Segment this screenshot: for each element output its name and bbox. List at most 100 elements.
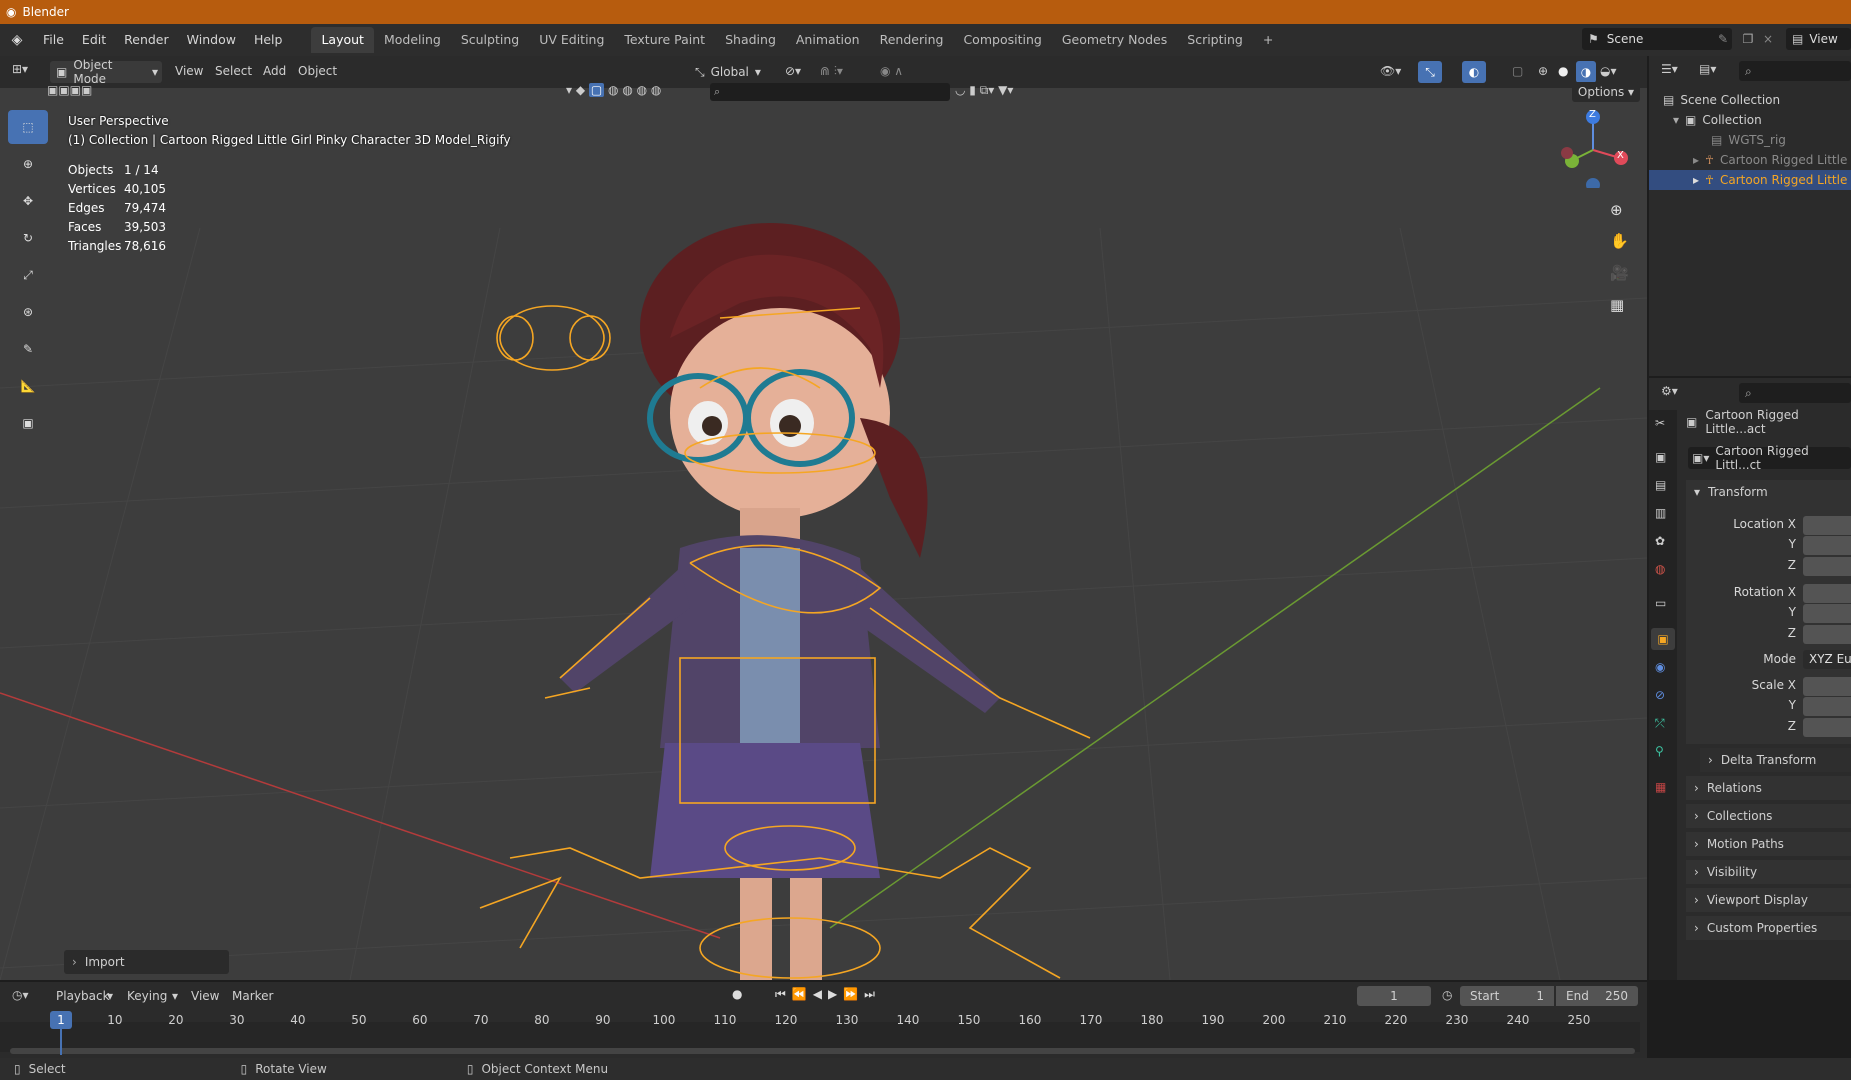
menu-view[interactable]: View [175,64,203,78]
location-y-field[interactable] [1803,536,1851,555]
rotation-y-field[interactable] [1803,604,1851,623]
rotation-mode-select[interactable]: XYZ Eul [1803,650,1851,669]
menu-help[interactable]: Help [245,28,292,52]
custom-properties-header[interactable]: › Custom Properties [1686,916,1851,940]
menu-file[interactable]: File [34,28,73,52]
transform-panel-header[interactable]: ▾ Transform [1686,480,1851,504]
motion-paths-header[interactable]: › Motion Paths [1686,832,1851,856]
menu-edit[interactable]: Edit [73,28,115,52]
tab-layout[interactable]: Layout [311,27,374,53]
menu-marker[interactable]: Marker [232,989,273,1003]
navigation-gizmo[interactable]: Z X [1555,108,1635,192]
gizmo-toggle-icon[interactable]: ⤡ [1418,61,1442,83]
outliner-item-selected[interactable]: ▸ ☥ Cartoon Rigged Little G [1649,170,1851,190]
import-operator-panel[interactable]: › Import [64,950,229,974]
select-box-tool[interactable]: ⬚ [8,110,48,144]
collections-header[interactable]: › Collections [1686,804,1851,828]
measure-tool[interactable]: 📐 [8,369,48,403]
shading-rendered-icon[interactable]: ◒▾ [1600,64,1617,78]
add-cube-tool[interactable]: ▣ [8,406,48,440]
menu-select[interactable]: Select [215,64,252,78]
proportional-edit-icon[interactable]: ◉ ∧ [880,64,903,78]
menu-add[interactable]: Add [263,64,286,78]
shading-wireframe-icon[interactable]: ⊕ [1538,64,1548,78]
outliner-editor-icon[interactable]: ☰▾ [1661,62,1678,76]
rotation-x-field[interactable] [1803,584,1851,603]
outliner-collection[interactable]: ▾ ▣ Collection [1649,110,1851,130]
blender-menu-icon[interactable]: ◈ [0,32,34,48]
object-data-field[interactable]: ▣▾ Cartoon Rigged Littl...ct [1688,444,1851,472]
rotate-tool[interactable]: ↻ [8,221,48,255]
view-layer-tab-icon[interactable]: ▥ [1655,506,1666,520]
shading-solid-icon[interactable]: ● [1558,64,1568,78]
menu-playback[interactable]: Playback [56,989,110,1003]
render-tab-icon[interactable]: ▣ [1655,450,1666,464]
transform-tool[interactable]: ⊛ [8,295,48,329]
texture-tab-icon[interactable]: ▦ [1655,780,1666,794]
rotation-z-field[interactable] [1803,625,1851,644]
viewport-display-header[interactable]: › Viewport Display [1686,888,1851,912]
location-x-field[interactable] [1803,516,1851,535]
new-scene-icon[interactable]: ❐ [1738,28,1758,50]
menu-object[interactable]: Object [298,64,337,78]
physics-tab-icon[interactable]: ⤱ [1655,716,1665,731]
move-tool[interactable]: ✥ [8,184,48,218]
viewport-filter-icons[interactable]: ◡ ▮ ⧉▾ ▼▾ [955,83,1013,98]
modifier-tab-icon[interactable]: ◉ [1655,660,1665,674]
output-tab-icon[interactable]: ▤ [1655,478,1666,492]
playhead[interactable]: 1 [50,1011,72,1029]
tab-rendering[interactable]: Rendering [870,27,954,53]
pan-hand-icon[interactable]: ✋ [1610,232,1629,250]
xray-icon[interactable]: ▢ [1512,64,1523,78]
outliner-item[interactable]: ▸ ☥ Cartoon Rigged Little G [1649,150,1851,170]
ortho-grid-icon[interactable]: ▦ [1610,296,1624,314]
tab-geometry-nodes[interactable]: Geometry Nodes [1052,27,1177,53]
select-mode-icons[interactable]: ▣▣▣▣ [47,83,92,97]
tab-texture-paint[interactable]: Texture Paint [614,27,715,53]
cursor-tool[interactable]: ⊕ [8,147,48,181]
playback-controls[interactable]: ⏮⏪◀▶⏩⏭ [775,987,881,1002]
record-icon[interactable]: ● [732,987,742,1001]
orientation-selector[interactable]: ⤡ Global ▾ [695,61,773,83]
visibility-header[interactable]: › Visibility [1686,860,1851,884]
snap-icon[interactable]: ⋒ ⫶▾ [820,64,843,79]
menu-window[interactable]: Window [178,28,245,52]
options-button[interactable]: Options ▾ [1572,82,1640,102]
expand-right-icon[interactable]: ▸ [1693,173,1699,187]
timeline-editor-icon[interactable]: ◷▾ [12,988,29,1002]
3d-viewport[interactable]: User Perspective (1) Collection | Cartoo… [0,88,1647,980]
visibility-icon[interactable]: 👁▾ [1380,64,1401,78]
mode-selector[interactable]: ▣ Object Mode ▾ [50,58,162,86]
shading-material-icon[interactable]: ◑ [1576,61,1596,83]
camera-view-icon[interactable]: 🎥 [1610,264,1629,282]
filter-icons[interactable]: ▾ ◆ ▢ ◍ ◍ ◍ ◍ [566,83,661,97]
tool-tab-icon[interactable]: ✂ [1655,416,1665,430]
outliner-item[interactable]: ▤ WGTS_rig [1649,130,1851,150]
properties-search-input[interactable]: ⌕ [1739,383,1851,403]
pivot-icon[interactable]: ⊘▾ [785,64,801,78]
current-frame-field[interactable]: 1 [1357,986,1431,1006]
scale-y-field[interactable] [1803,697,1851,716]
scale-z-field[interactable] [1803,718,1851,737]
tab-compositing[interactable]: Compositing [953,27,1051,53]
location-z-field[interactable] [1803,557,1851,576]
scale-tool[interactable]: ⤢ [8,258,48,292]
tab-scripting[interactable]: Scripting [1177,27,1253,53]
scale-x-field[interactable] [1803,677,1851,696]
editor-type-icon[interactable]: ⊞▾ [12,62,42,82]
data-tab-icon[interactable]: ⚲ [1655,744,1664,758]
add-workspace-button[interactable]: + [1253,27,1283,53]
properties-editor-icon[interactable]: ⚙▾ [1661,384,1678,398]
menu-render[interactable]: Render [115,28,178,52]
outliner-scene-collection[interactable]: ▤ Scene Collection [1649,90,1851,110]
delta-transform-header[interactable]: › Delta Transform [1700,748,1851,772]
viewport-search-input[interactable]: ⌕ [710,83,950,101]
pin-icon[interactable]: ✎ [1718,32,1728,46]
remove-scene-icon[interactable]: × [1760,28,1776,50]
start-frame-field[interactable]: Start 1 [1460,986,1554,1006]
tab-animation[interactable]: Animation [786,27,870,53]
zoom-icon[interactable]: ⊕ [1610,201,1623,219]
expand-right-icon[interactable]: ▸ [1693,153,1699,167]
constraint-tab-icon[interactable]: ⊘ [1655,688,1665,702]
tab-sculpting[interactable]: Sculpting [451,27,529,53]
